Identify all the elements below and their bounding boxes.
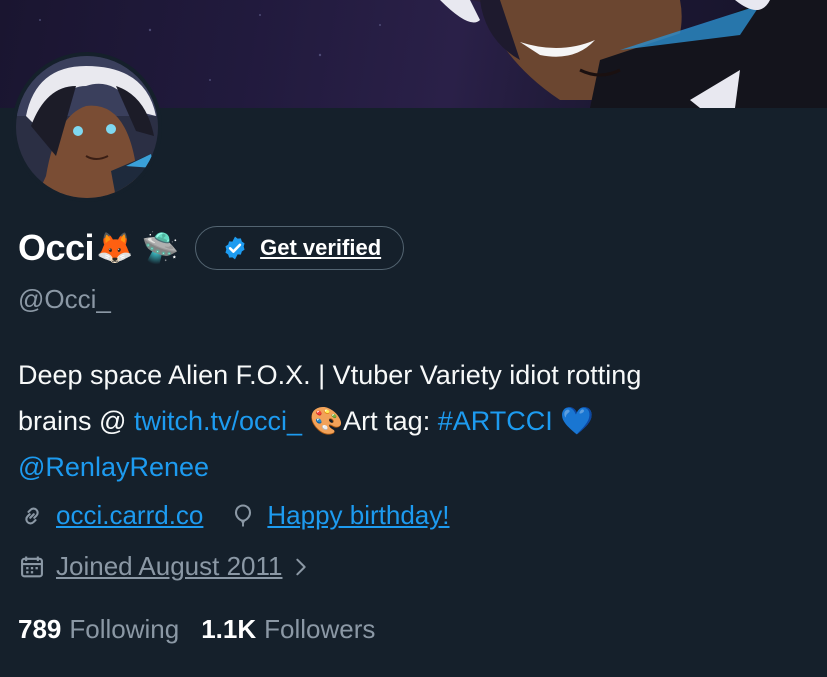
mention-link[interactable]: @RenlayRenee bbox=[18, 452, 209, 482]
profile-handle: @Occi_ bbox=[18, 284, 111, 314]
joined-item[interactable]: Joined August 2011 bbox=[18, 551, 312, 582]
birthday-item: Happy birthday! bbox=[229, 500, 450, 531]
profile-meta-row-1: occi.carrd.co Happy birthday! bbox=[18, 500, 450, 531]
palette-emoji: 🎨 bbox=[309, 406, 344, 436]
heart-emoji: 💙 bbox=[560, 406, 594, 436]
twitch-link[interactable]: twitch.tv/occi_ bbox=[134, 406, 302, 436]
link-icon bbox=[25, 507, 39, 524]
chevron-right-icon bbox=[296, 558, 307, 575]
joined-date: Joined August 2011 bbox=[56, 551, 283, 581]
profile-stats: 789 Following 1.1K Followers bbox=[18, 614, 397, 645]
profile-meta-row-2: Joined August 2011 bbox=[18, 551, 312, 582]
verified-badge-icon bbox=[225, 236, 245, 260]
followers-count: 1.1K bbox=[201, 614, 257, 644]
profile-bio: Deep space Alien F.O.X. | Vtuber Variety… bbox=[18, 352, 818, 490]
following-count: 789 bbox=[18, 614, 62, 644]
calendar-icon bbox=[21, 556, 43, 577]
name-row: Occi 🦊 🛸 Get verified bbox=[18, 226, 405, 270]
get-verified-button[interactable]: Get verified bbox=[195, 226, 405, 270]
hashtag-link[interactable]: #ARTCCI bbox=[438, 406, 553, 436]
birthday-link[interactable]: Happy birthday! bbox=[267, 500, 449, 531]
bio-line-3: @RenlayRenee bbox=[18, 444, 818, 490]
bio-line-1: Deep space Alien F.O.X. | Vtuber Variety… bbox=[18, 360, 642, 390]
bio-line-2: brains @ twitch.tv/occi_ 🎨Art tag: #ARTC… bbox=[18, 398, 818, 444]
display-name: Occi bbox=[18, 227, 95, 268]
profile-avatar[interactable] bbox=[12, 52, 162, 202]
balloon-icon bbox=[235, 503, 252, 526]
followers-label: Followers bbox=[264, 614, 376, 644]
get-verified-label: Get verified bbox=[260, 235, 382, 260]
art-tag-label: Art tag: bbox=[343, 406, 438, 436]
following-label: Following bbox=[69, 614, 180, 644]
following-stat[interactable]: 789 Following bbox=[18, 614, 179, 645]
followers-stat[interactable]: 1.1K Followers bbox=[201, 614, 375, 645]
avatar-image bbox=[16, 56, 158, 198]
website-item: occi.carrd.co bbox=[18, 500, 203, 531]
bio-brains-text: brains @ bbox=[18, 406, 134, 436]
name-emojis: 🦊 🛸 bbox=[96, 231, 180, 265]
website-link[interactable]: occi.carrd.co bbox=[56, 500, 203, 531]
